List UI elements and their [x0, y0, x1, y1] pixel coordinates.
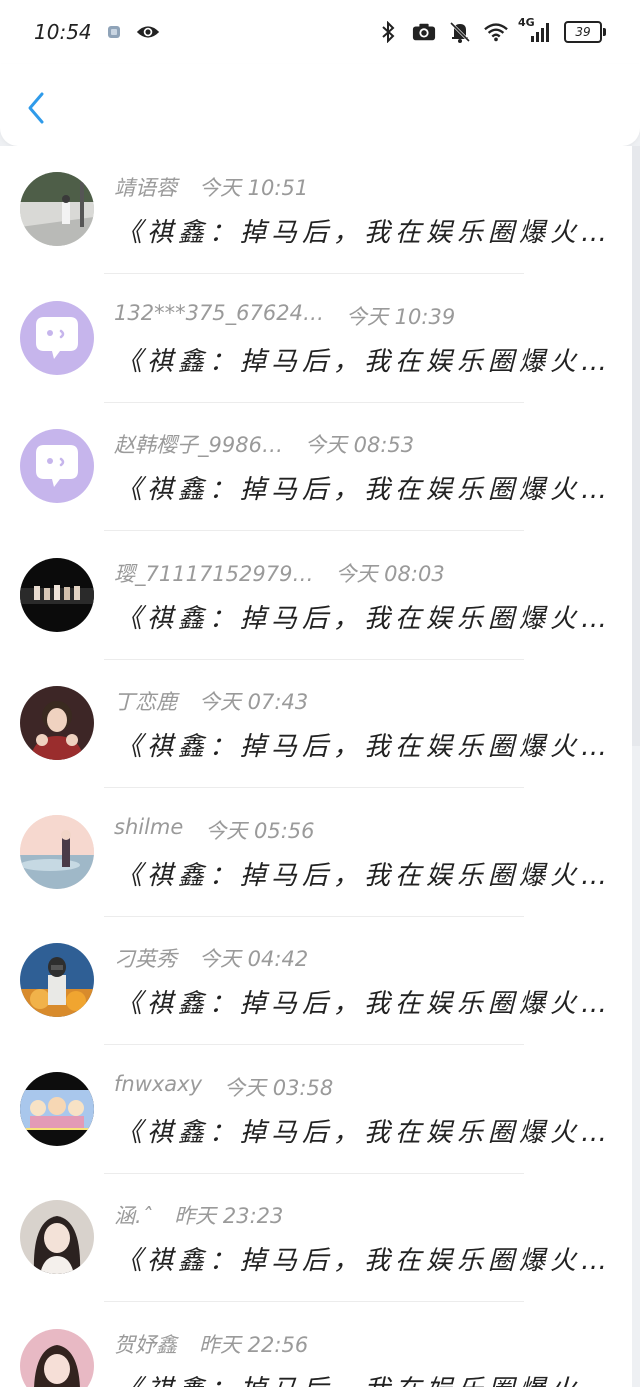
signal-icon: 4G	[518, 16, 552, 44]
message-preview: 《祺鑫：掉马后，我在娱乐圈爆火…	[116, 475, 613, 505]
message-item[interactable]: 丁恋鹿 今天 07:43 《祺鑫：掉马后，我在娱乐圈爆火…	[0, 660, 632, 788]
avatar[interactable]	[20, 1328, 94, 1387]
message-preview: 《祺鑫：掉马后，我在娱乐圈爆火…	[116, 346, 613, 377]
message-meta: 赵韩樱子_9986… 今天 08:53	[114, 429, 414, 459]
sender-name: fnwxaxy	[114, 1071, 203, 1096]
avatar[interactable]	[20, 1071, 94, 1146]
avatar[interactable]	[20, 814, 94, 889]
scrollbar-thumb[interactable]	[632, 146, 640, 746]
message-preview: 《祺鑫：掉马后，我在娱乐圈爆火…	[116, 1117, 613, 1148]
message-time: 今天 08:53	[304, 433, 415, 457]
avatar[interactable]	[20, 557, 94, 632]
message-meta: 涵.ˆ 昨天 23:23	[114, 1200, 283, 1230]
message-item[interactable]: 贺妤鑫昨天 22:56 《祺鑫：掉马后，我在娱乐圈爆火…	[0, 1303, 632, 1387]
message-item[interactable]: 璎_71117152979… 今天 08:03 《祺鑫：掉马后，我在娱乐圈爆火…	[0, 532, 632, 660]
eye-icon	[136, 20, 160, 44]
message-preview: 《祺鑫：掉马后，我在娱乐圈爆火…	[116, 603, 613, 634]
message-preview: 《祺鑫：掉马后，我在娱乐圈爆火…	[116, 1369, 616, 1387]
gallery-icon	[102, 20, 126, 44]
message-meta: 贺妤鑫 昨天 22:56	[114, 1329, 308, 1359]
avatar[interactable]	[20, 943, 94, 1017]
avatar[interactable]	[20, 300, 94, 375]
message-time: 今天 03:58	[224, 1075, 334, 1100]
message-time: 昨天 22:56	[199, 1332, 309, 1357]
message-preview: 《祺鑫：掉马后，我在娱乐圈爆火…	[116, 989, 613, 1019]
sender-name: 贺妤鑫	[114, 1332, 177, 1357]
header-bar	[0, 64, 640, 146]
message-meta: 璎_71117152979… 今天 08:03	[114, 558, 445, 588]
status-bar: 10:54 4G 39	[0, 0, 640, 64]
status-left: 10:54	[34, 20, 160, 44]
sender-name: 刁英秀	[114, 947, 177, 971]
message-meta: 刁英秀 今天 04:42	[114, 943, 308, 973]
chevron-left-icon	[28, 92, 44, 124]
message-time: 今天 10:51	[199, 176, 309, 200]
message-preview: 《祺鑫：掉马后，我在娱乐圈爆火…	[116, 218, 613, 248]
message-meta: 靖语蓉 今天 10:51	[114, 172, 308, 202]
back-button[interactable]	[18, 86, 54, 130]
bell-off-icon	[448, 20, 472, 44]
battery-icon: 39	[564, 21, 606, 43]
message-item[interactable]: 132***375_67624… 今天 10:39 《祺鑫：掉马后，我在娱乐圈爆火…	[0, 275, 632, 403]
camera-icon	[412, 20, 436, 44]
message-time: 今天 05:56	[205, 818, 315, 843]
avatar[interactable]	[20, 172, 94, 246]
status-time: 10:54	[34, 20, 92, 44]
message-time: 今天 07:43	[199, 690, 309, 714]
battery-level: 39	[564, 21, 602, 43]
sender-name: 靖语蓉	[114, 176, 177, 200]
message-preview: 《祺鑫：掉马后，我在娱乐圈爆火…	[116, 1246, 613, 1276]
message-time: 今天 04:42	[199, 947, 309, 971]
wifi-icon	[484, 20, 508, 44]
status-right: 4G 39	[376, 16, 606, 44]
sender-name: 涵.ˆ	[114, 1204, 153, 1228]
sender-name: 丁恋鹿	[114, 690, 177, 714]
message-meta: fnwxaxy 今天 03:58	[114, 1072, 333, 1102]
message-item[interactable]: 赵韩樱子_9986… 今天 08:53 《祺鑫：掉马后，我在娱乐圈爆火…	[0, 403, 632, 531]
sender-name: 赵韩樱子_9986…	[114, 433, 283, 457]
message-item[interactable]: shilme 今天 05:56 《祺鑫：掉马后，我在娱乐圈爆火…	[0, 789, 632, 917]
message-meta: shilme 今天 05:56	[114, 815, 315, 845]
message-meta: 132***375_67624… 今天 10:39	[114, 301, 455, 331]
message-preview: 《祺鑫：掉马后，我在娱乐圈爆火…	[116, 732, 613, 762]
network-label: 4G	[518, 16, 535, 29]
message-item[interactable]: fnwxaxy 今天 03:58 《祺鑫：掉马后，我在娱乐圈爆火…	[0, 1046, 632, 1174]
message-item[interactable]: 涵.ˆ 昨天 23:23 《祺鑫：掉马后，我在娱乐圈爆火…	[0, 1174, 632, 1302]
avatar[interactable]	[20, 429, 94, 503]
sender-name: 132***375_67624…	[114, 300, 324, 325]
bluetooth-icon	[376, 20, 400, 44]
avatar[interactable]	[20, 1200, 94, 1274]
message-item[interactable]: 靖语蓉 今天 10:51 《祺鑫：掉马后，我在娱乐圈爆火…	[0, 146, 632, 274]
sender-name: 璎_71117152979…	[114, 561, 314, 586]
message-time: 昨天 23:23	[174, 1204, 284, 1228]
message-time: 今天 10:39	[345, 304, 456, 329]
message-preview: 《祺鑫：掉马后，我在娱乐圈爆火…	[116, 860, 613, 891]
message-time: 今天 08:03	[335, 561, 445, 586]
message-meta: 丁恋鹿 今天 07:43	[114, 686, 308, 716]
sender-name: shilme	[114, 814, 184, 839]
avatar[interactable]	[20, 686, 94, 760]
message-list[interactable]: 靖语蓉 今天 10:51 《祺鑫：掉马后，我在娱乐圈爆火… 132***375_676…	[0, 146, 632, 1387]
message-item[interactable]: 刁英秀 今天 04:42 《祺鑫：掉马后，我在娱乐圈爆火…	[0, 917, 632, 1045]
